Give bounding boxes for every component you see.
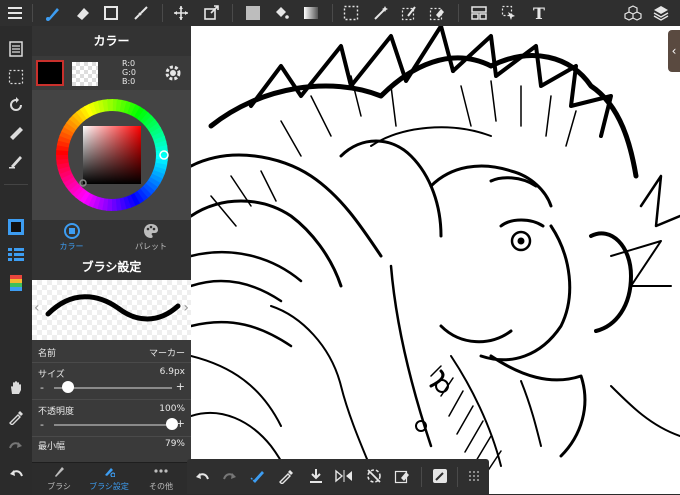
color-settings-gear-icon[interactable] — [164, 64, 182, 86]
tab-brush-settings-label: ブラシ設定 — [89, 482, 129, 491]
frame-tool-icon[interactable] — [468, 2, 490, 24]
foreground-color-swatch[interactable] — [36, 60, 64, 86]
undo-left-icon[interactable] — [4, 462, 28, 484]
opacity-slider-track[interactable] — [54, 424, 172, 426]
tab-brush-settings[interactable]: ブラシ設定 — [84, 465, 134, 493]
size-value: 6.9px — [159, 367, 185, 377]
sketch-artwork — [191, 26, 680, 494]
bucket-tool-icon[interactable] — [270, 2, 292, 24]
save-download-icon[interactable] — [305, 465, 327, 487]
shape-tool-icon[interactable] — [100, 2, 122, 24]
rgb-b-value: B:0 — [122, 77, 136, 86]
tab-brush[interactable]: ブラシ — [34, 465, 84, 493]
tab-more[interactable]: その他 — [136, 465, 186, 493]
rgb-r-value: R:0 — [122, 59, 136, 68]
size-setting: サイズ 6.9px - + — [32, 363, 191, 400]
gradient-tool-icon[interactable] — [300, 2, 322, 24]
color-wheel[interactable] — [32, 90, 191, 220]
opacity-decrease-button[interactable]: - — [40, 418, 44, 431]
layers-icon[interactable] — [650, 2, 672, 24]
select-tool-icon[interactable] — [340, 2, 362, 24]
opacity-value: 100% — [159, 404, 185, 414]
flip-horizontal-icon[interactable] — [333, 465, 355, 487]
background-color-swatch[interactable] — [72, 62, 98, 86]
brush-icon — [34, 465, 84, 481]
right-panel-toggle-chevron-icon[interactable]: ‹ — [668, 30, 680, 72]
size-slider-knob[interactable] — [62, 381, 75, 393]
eraser-tool-icon[interactable] — [72, 2, 94, 24]
size-increase-button[interactable]: + — [176, 380, 185, 393]
transform-tool-icon[interactable] — [200, 2, 222, 24]
brush-name-value: マーカー — [148, 349, 185, 359]
menu-icon[interactable] — [4, 2, 26, 24]
brush-preview: ‹ › — [32, 280, 191, 340]
page-manager-icon[interactable] — [4, 38, 28, 60]
color-wheel-area[interactable] — [32, 90, 191, 220]
left-toolbar — [0, 26, 33, 494]
palette-strip-icon[interactable] — [4, 272, 28, 294]
text-tool-icon[interactable]: T — [528, 2, 550, 24]
tab-more-label: その他 — [149, 482, 173, 491]
color-circle-icon — [63, 223, 80, 239]
select-eraser-icon[interactable] — [426, 2, 448, 24]
select-pen-icon[interactable] — [398, 2, 420, 24]
tab-palette-label: パレット — [135, 242, 167, 251]
brush-settings-title: ブラシ設定 — [32, 254, 191, 280]
min-width-label: 最小幅 — [38, 442, 66, 452]
quick-menu-icon[interactable] — [429, 465, 451, 487]
min-width-value: 79% — [164, 439, 185, 449]
drawing-canvas[interactable] — [191, 26, 680, 494]
brush-name-row[interactable]: 名前 マーカー — [32, 340, 191, 363]
stroke-tool-icon[interactable] — [130, 2, 152, 24]
next-brush-chevron-icon[interactable]: › — [183, 300, 189, 316]
min-width-setting: 最小幅 79% — [32, 437, 191, 452]
brush-settings-icon — [84, 465, 134, 481]
grid-dots-icon[interactable] — [463, 465, 485, 487]
tab-color[interactable]: カラー — [32, 220, 111, 254]
stabilizer-brush-icon[interactable] — [247, 465, 269, 487]
tab-palette[interactable]: パレット — [111, 220, 191, 254]
operation-tool-icon[interactable] — [498, 2, 520, 24]
redo-icon[interactable] — [219, 465, 241, 487]
opacity-label: 不透明度 — [38, 407, 75, 417]
undo-icon[interactable] — [191, 465, 213, 487]
3d-material-icon[interactable] — [622, 2, 644, 24]
size-label: サイズ — [38, 370, 65, 380]
brush-tool-icon[interactable] — [42, 2, 64, 24]
ruler-icon[interactable] — [4, 122, 28, 144]
opacity-setting: 不透明度 100% - + — [32, 400, 191, 437]
palette-icon — [144, 224, 158, 238]
pen-snap-icon[interactable] — [4, 150, 28, 172]
more-icon — [136, 465, 186, 481]
eyedropper-icon[interactable] — [4, 406, 28, 428]
clear-selection-icon[interactable] — [391, 465, 413, 487]
fill-color-tool-icon[interactable] — [242, 2, 264, 24]
prev-brush-chevron-icon[interactable]: ‹ — [34, 300, 40, 316]
snap-off-icon[interactable] — [363, 465, 385, 487]
rgb-g-value: G:0 — [122, 68, 136, 77]
top-toolbar: T — [0, 0, 680, 27]
size-decrease-button[interactable]: - — [40, 381, 44, 394]
tab-brush-label: ブラシ — [47, 482, 71, 491]
redo-left-icon[interactable] — [4, 434, 28, 456]
color-panel-title: カラー — [32, 26, 191, 56]
bottom-toolbar — [187, 459, 489, 494]
magic-wand-icon[interactable] — [370, 2, 392, 24]
side-panel: カラー R:0 G:0 B:0 カラー パレット ブラシ設定 ‹ › 名前 マー… — [32, 26, 191, 494]
color-panel-toggle-icon[interactable] — [4, 216, 28, 238]
move-tool-icon[interactable] — [170, 2, 192, 24]
rotate-canvas-icon[interactable] — [4, 94, 28, 116]
brush-list-toggle-icon[interactable] — [4, 244, 28, 266]
brush-name-label: 名前 — [38, 349, 57, 359]
opacity-increase-button[interactable]: + — [176, 417, 185, 430]
hand-tool-icon[interactable] — [4, 376, 28, 398]
eyedropper-bottom-icon[interactable] — [275, 465, 297, 487]
selection-display-icon[interactable] — [4, 66, 28, 88]
panel-bottom-tabs: ブラシ ブラシ設定 その他 — [32, 462, 187, 495]
tab-color-label: カラー — [59, 242, 84, 251]
